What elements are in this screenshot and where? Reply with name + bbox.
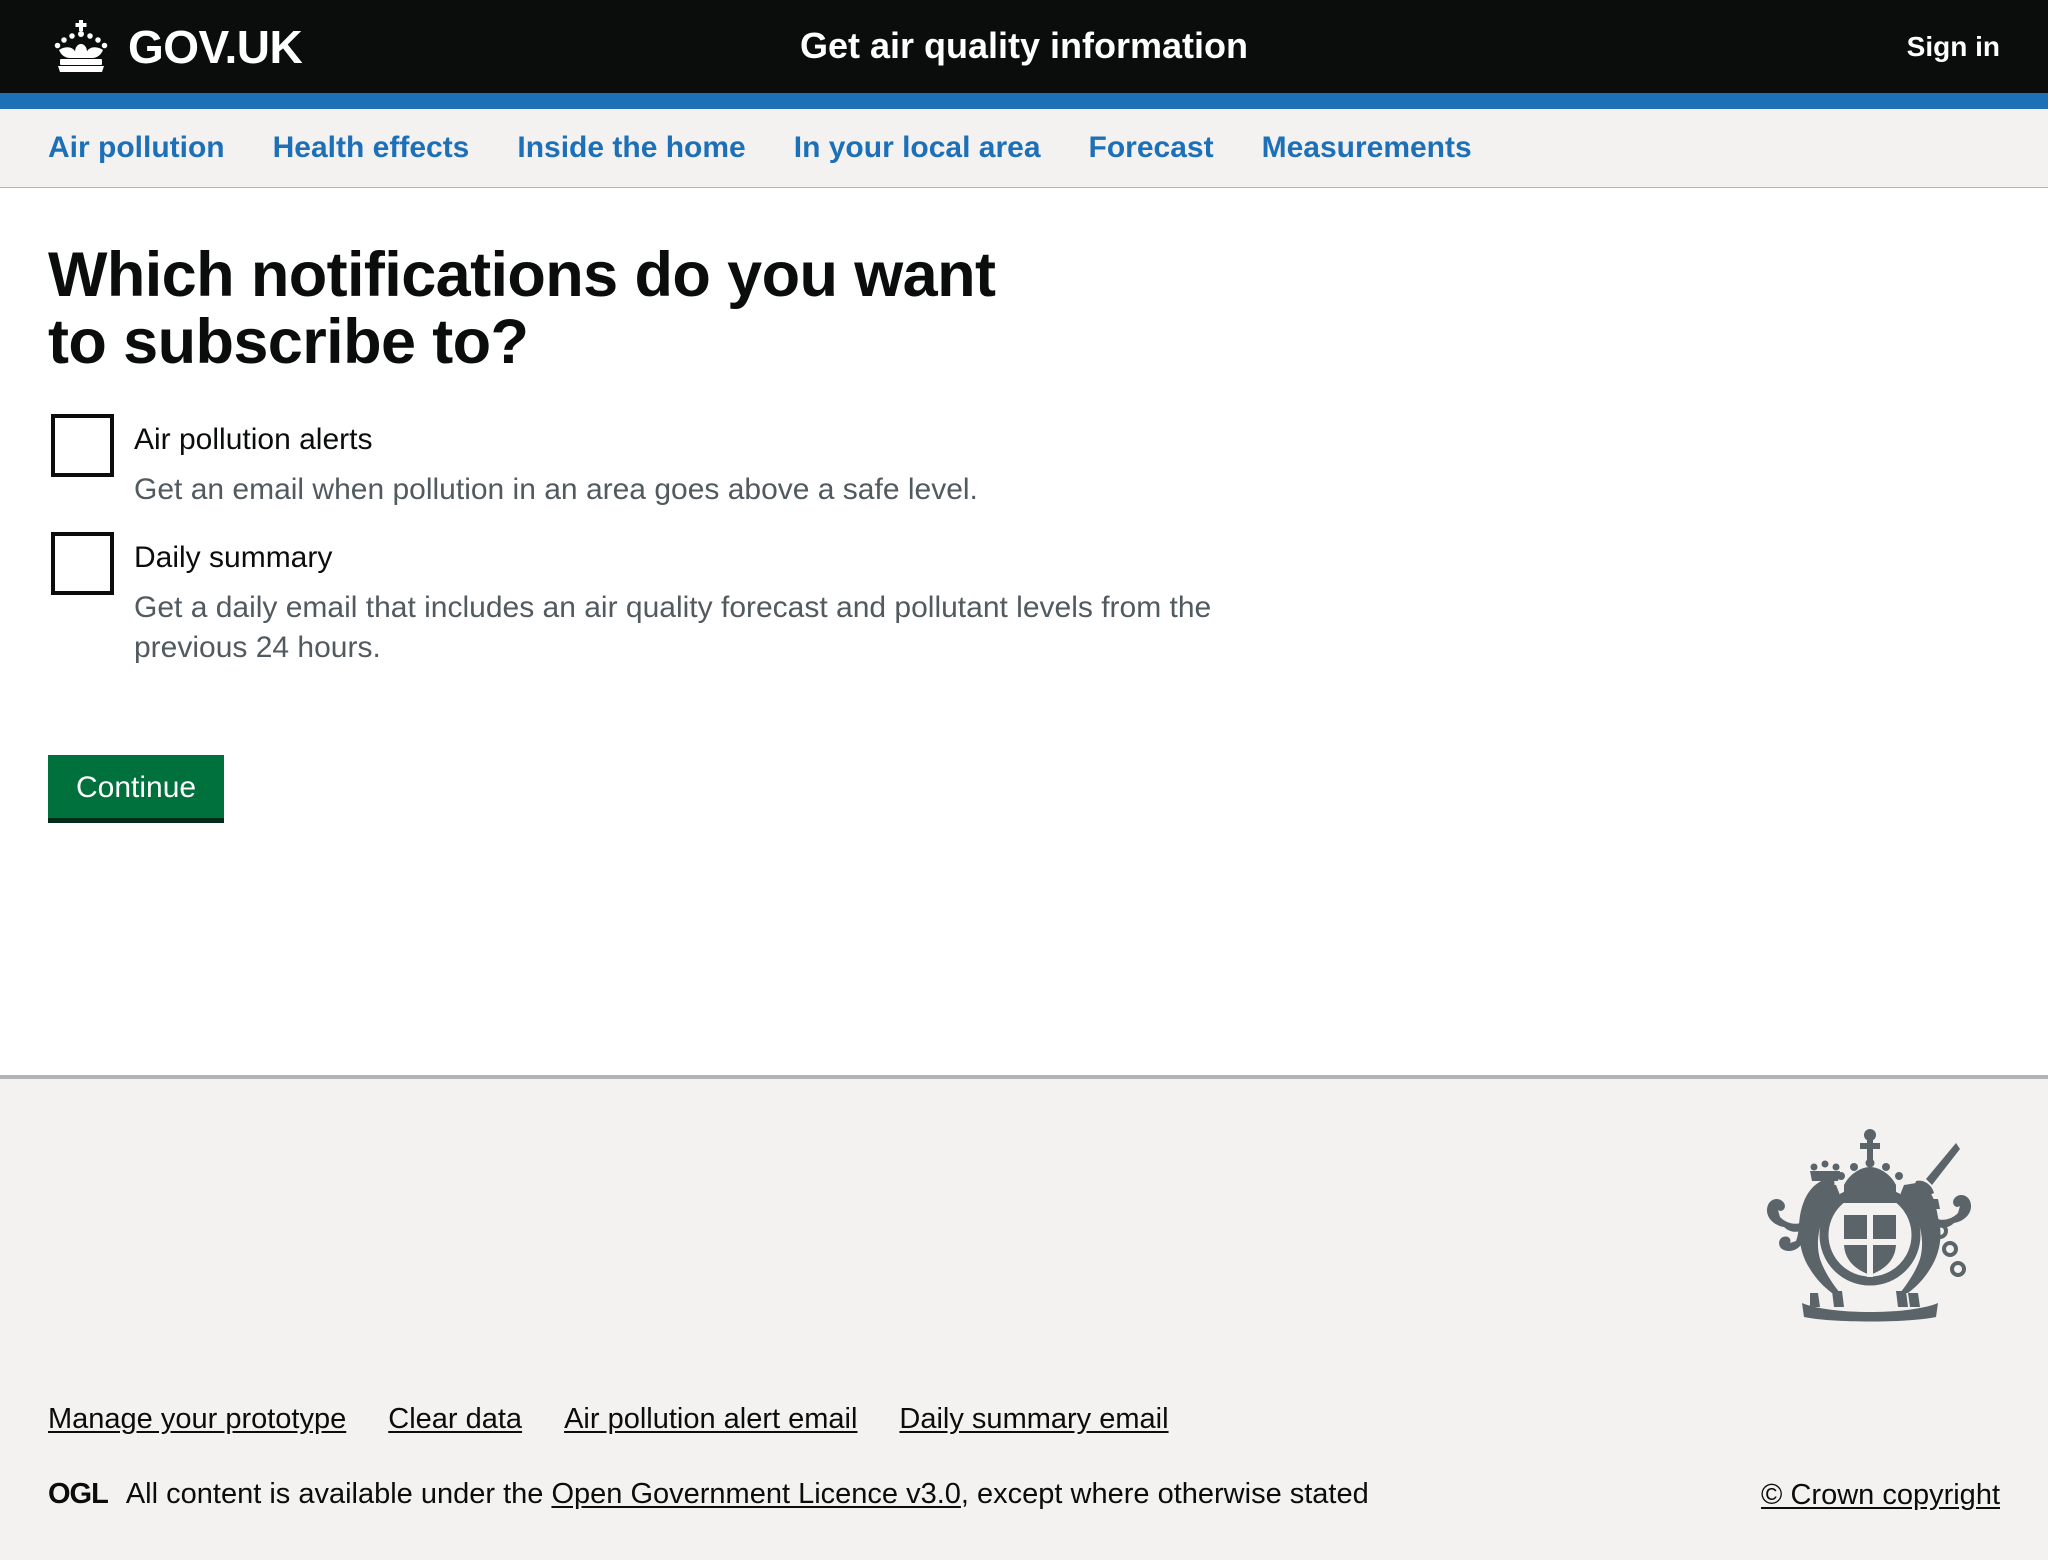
nav-item-measurements[interactable]: Measurements (1262, 131, 1472, 165)
footer-links: Manage your prototype Clear data Air pol… (48, 1403, 1211, 1436)
licence-statement: All content is available under the Open … (126, 1477, 1369, 1512)
checkbox-hint-daily-summary: Get a daily email that includes an air q… (134, 591, 1212, 664)
footer-link-daily-summary-email[interactable]: Daily summary email (899, 1403, 1168, 1436)
licence-prefix: All content is available under the (125, 1478, 552, 1511)
notification-checkbox-group: Air pollution alerts Get an email when p… (48, 412, 2000, 668)
checkbox-air-pollution-alerts[interactable] (51, 413, 114, 477)
nav-item-health-effects[interactable]: Health effects (273, 131, 470, 165)
footer-licence-row: OGL All content is available under the O… (48, 1477, 1369, 1512)
crown-icon (54, 19, 108, 72)
service-navigation: Air pollution Health effects Inside the … (0, 109, 2048, 188)
govuk-brand-text: GOV.UK (128, 20, 303, 73)
royal-coat-of-arms-icon (1766, 1129, 1972, 1322)
page-title: Which notifications do you want to subsc… (48, 240, 996, 377)
footer-link-manage-your-prototype[interactable]: Manage your prototype (48, 1403, 346, 1436)
checkbox-hint-air-pollution-alerts: Get an email when pollution in an area g… (134, 473, 978, 507)
open-government-licence-link[interactable]: Open Government Licence v3.0 (551, 1478, 960, 1510)
checkbox-daily-summary[interactable] (51, 531, 114, 595)
page-root: GOV.UK Get air quality information Sign … (0, 0, 2048, 1560)
nav-item-forecast[interactable]: Forecast (1089, 131, 1214, 165)
checkbox-item-air-pollution-alerts[interactable]: Air pollution alerts Get an email when p… (48, 412, 2000, 510)
main-content: Which notifications do you want to subsc… (0, 188, 2048, 1075)
ogl-logo-icon: OGL (48, 1478, 109, 1511)
licence-suffix: , except where otherwise stated (960, 1478, 1369, 1511)
nav-item-air-pollution[interactable]: Air pollution (48, 131, 225, 165)
page-footer: Manage your prototype Clear data Air pol… (0, 1075, 2048, 1560)
checkbox-label-daily-summary[interactable]: Daily summary (134, 530, 2000, 577)
service-name: Get air quality information (799, 24, 1249, 66)
footer-link-air-pollution-alert-email[interactable]: Air pollution alert email (564, 1403, 857, 1436)
nav-item-in-your-local-area[interactable]: In your local area (794, 131, 1041, 165)
govuk-logo-link[interactable]: GOV.UK (48, 19, 303, 75)
gov-uk-header: GOV.UK Get air quality information Sign … (0, 0, 2048, 93)
nav-item-inside-the-home[interactable]: Inside the home (517, 131, 745, 165)
sign-in-link[interactable]: Sign in (1907, 31, 2000, 63)
footer-link-clear-data[interactable]: Clear data (388, 1403, 522, 1436)
header-blue-bar (0, 93, 2048, 109)
checkbox-item-daily-summary[interactable]: Daily summary Get a daily email that inc… (48, 530, 2000, 668)
crown-copyright-link[interactable]: © Crown copyright (1761, 1479, 2000, 1512)
continue-button[interactable]: Continue (48, 755, 225, 824)
checkbox-label-air-pollution-alerts[interactable]: Air pollution alerts (134, 412, 2000, 459)
